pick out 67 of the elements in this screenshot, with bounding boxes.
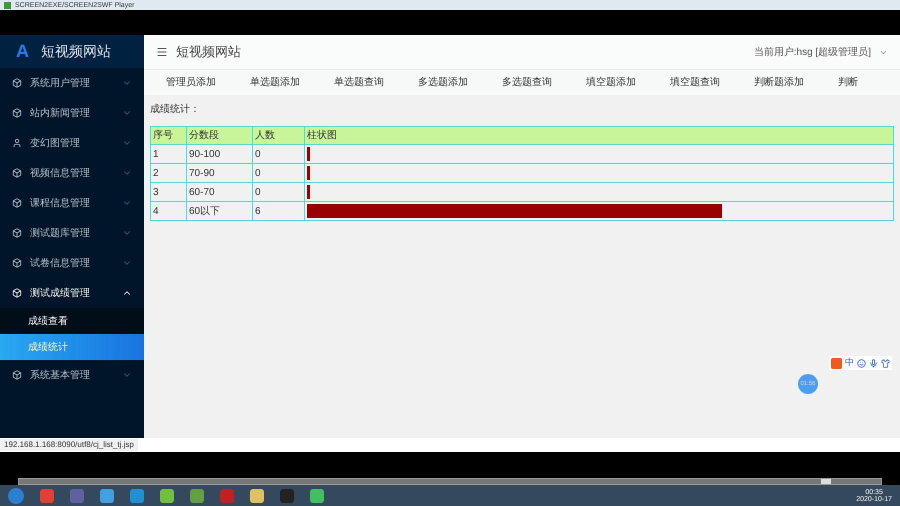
sidebar-item[interactable]: 测试题库管理	[0, 218, 144, 248]
column-header: 柱状图	[304, 126, 894, 144]
cube-icon	[12, 78, 22, 88]
sidebar-item[interactable]: 课程信息管理	[0, 188, 144, 218]
table-cell: 2	[150, 164, 186, 182]
start-button[interactable]	[8, 488, 24, 504]
current-user[interactable]: 当前用户:hsg [超级管理员]	[754, 44, 871, 60]
ime-mode[interactable]: 中	[845, 356, 854, 370]
cube-icon	[12, 258, 22, 268]
table-cell: 6	[252, 202, 304, 220]
tab[interactable]: 管理员添加	[144, 75, 228, 90]
taskbar-app-icon[interactable]	[160, 488, 174, 502]
mic-icon[interactable]	[869, 358, 878, 368]
smile-icon[interactable]	[857, 358, 866, 368]
cube-icon	[12, 370, 22, 380]
table-cell: 3	[150, 182, 186, 202]
site-title: 短视频网站	[41, 42, 111, 61]
table-cell: 1	[150, 144, 186, 164]
sidebar-item[interactable]: 测试成绩管理	[0, 278, 144, 308]
table-cell: 0	[252, 164, 304, 182]
cube-icon	[12, 108, 22, 118]
taskbar-app-icon[interactable]	[100, 488, 114, 502]
submenu-item[interactable]: 成绩查看	[0, 308, 144, 334]
status-url: 192.168.1.168:8090/utf8/cj_list_tj.jsp	[0, 439, 138, 451]
taskbar-app-icon[interactable]	[310, 488, 324, 502]
tab[interactable]: 多选题添加	[396, 75, 480, 90]
tab[interactable]: 填空题添加	[564, 75, 648, 90]
tab[interactable]: 填空题查询	[648, 75, 732, 90]
table-cell: 4	[150, 202, 186, 220]
tab[interactable]: 单选题查询	[312, 75, 396, 90]
table-cell: 0	[252, 144, 304, 164]
taskbar-app-icon[interactable]	[130, 488, 144, 502]
ime-toolbar[interactable]: 中	[829, 356, 892, 370]
table-cell: 60以下	[186, 202, 252, 220]
table-cell: 60-70	[186, 182, 252, 202]
tab[interactable]: 单选题添加	[228, 75, 312, 90]
tab[interactable]: 多选题查询	[480, 75, 564, 90]
shirt-icon[interactable]	[881, 358, 890, 368]
ime-logo-icon	[831, 358, 842, 368]
progress-thumb[interactable]	[820, 479, 831, 484]
taskbar-app-icon[interactable]	[40, 488, 54, 502]
user-icon	[12, 138, 22, 148]
sidebar-item[interactable]: 系统用户管理	[0, 68, 144, 98]
header-title: 短视频网站	[176, 43, 242, 62]
cube-icon	[12, 288, 22, 298]
sidebar-item[interactable]: 试卷信息管理	[0, 248, 144, 278]
taskbar-app-icon[interactable]	[190, 488, 204, 502]
taskbar-app-icon[interactable]	[250, 488, 264, 502]
cube-icon	[12, 228, 22, 238]
sidebar-item[interactable]: 视频信息管理	[0, 158, 144, 188]
table-cell: 90-100	[186, 144, 252, 164]
table-cell: 70-90	[186, 164, 252, 182]
column-header: 分数段	[186, 126, 252, 144]
menu-icon[interactable]	[156, 46, 168, 58]
tab[interactable]: 判断题添加	[732, 75, 816, 90]
table-cell: 0	[252, 182, 304, 202]
cube-icon	[12, 168, 22, 178]
column-header: 人数	[252, 126, 304, 144]
logo: A	[16, 40, 29, 63]
sidebar-item[interactable]: 变幻图管理	[0, 128, 144, 158]
column-header: 序号	[150, 126, 186, 144]
sidebar-item[interactable]: 系统基本管理	[0, 360, 144, 390]
cube-icon	[12, 198, 22, 208]
tab[interactable]: 判断	[816, 75, 900, 90]
sidebar-item[interactable]: 站内新闻管理	[0, 98, 144, 128]
app-icon	[4, 2, 11, 8]
section-heading: 成绩统计：	[150, 102, 201, 117]
